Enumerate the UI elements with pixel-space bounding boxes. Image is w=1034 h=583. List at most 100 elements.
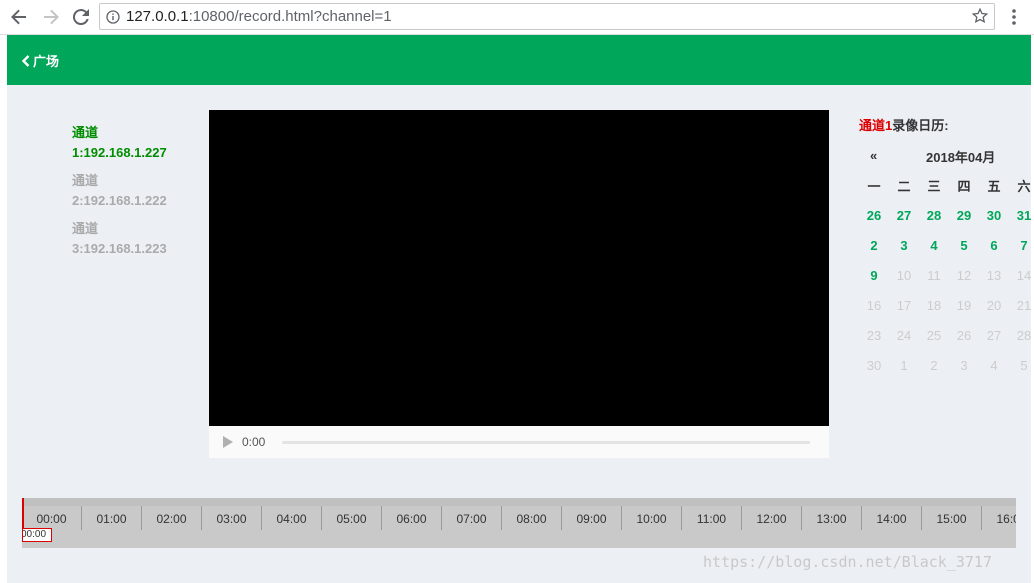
calendar-title-channel: 通道1 <box>859 118 893 133</box>
calendar-day: 18 <box>926 297 942 313</box>
calendar-week-row: 26 27 28 29 30 31 <box>859 200 1031 230</box>
video-controls: 0:00 <box>209 426 829 458</box>
weekday-label: 二 <box>897 178 911 194</box>
calendar-day-recorded[interactable]: 5 <box>949 238 979 253</box>
forward-arrow-icon[interactable] <box>40 6 62 28</box>
seek-bar[interactable] <box>282 440 811 444</box>
timeline-hour-label: 03:00 <box>202 506 262 530</box>
channel-item-2[interactable]: 通道 2:192.168.1.222 <box>72 171 192 211</box>
calendar-day: 19 <box>956 297 972 313</box>
calendar-day-recorded[interactable]: 29 <box>949 208 979 223</box>
timeline-track <box>22 498 1016 506</box>
back-link-label: 广场 <box>33 55 60 70</box>
calendar-day: 17 <box>896 297 912 313</box>
channel-label: 通道 <box>72 221 99 236</box>
timeline-cursor[interactable] <box>22 498 24 530</box>
back-to-square-link[interactable]: 广场 <box>21 51 59 70</box>
timeline-hour-ticks: 00:00 01:00 02:00 03:00 04:00 05:00 06:00 07:00… <box>22 506 1016 530</box>
chevron-left-icon <box>21 54 30 67</box>
calendar-day: 23 <box>866 327 882 343</box>
timeline-hour-label: 13:00 <box>802 506 862 530</box>
calendar-day-recorded[interactable]: 30 <box>979 208 1009 223</box>
channel-item-3[interactable]: 通道 3:192.168.1.223 <box>72 219 192 259</box>
calendar-day: 13 <box>986 267 1002 283</box>
previous-month-button[interactable]: « <box>870 148 877 163</box>
video-player[interactable]: 0:00 <box>209 110 829 458</box>
calendar-day-recorded[interactable]: 3 <box>889 238 919 253</box>
calendar-title-text: 录像日历: <box>892 118 949 133</box>
timeline-hour-label: 05:00 <box>322 506 382 530</box>
calendar-grid: 一二三四五六 26 27 28 29 30 31 2 3 4 5 6 7 9 10 11 12 13 14 16 17 1… <box>859 170 1031 380</box>
calendar-day-recorded[interactable]: 2 <box>859 238 889 253</box>
calendar-day-recorded[interactable]: 28 <box>919 208 949 223</box>
calendar-day: 27 <box>986 327 1002 343</box>
calendar-day: 24 <box>896 327 912 343</box>
calendar-day-recorded[interactable]: 7 <box>1009 238 1031 253</box>
calendar-day-recorded[interactable]: 6 <box>979 238 1009 253</box>
calendar-day-recorded[interactable]: 26 <box>859 208 889 223</box>
recording-timeline[interactable]: 00:00 01:00 02:00 03:00 04:00 05:00 06:00 07:00… <box>22 498 1016 548</box>
channel-list: 通道 1:192.168.1.227 通道 2:192.168.1.222 通道… <box>72 123 192 267</box>
timeline-hour-label: 10:00 <box>622 506 682 530</box>
playback-time: 0:00 <box>242 435 266 449</box>
timeline-hour-label: 04:00 <box>262 506 322 530</box>
weekday-label: 六 <box>1017 178 1031 194</box>
calendar-day: 5 <box>1020 357 1028 373</box>
calendar-day: 10 <box>896 267 912 283</box>
calendar-day: 25 <box>926 327 942 343</box>
timeline-hour-label: 16:00 <box>982 506 1016 530</box>
timeline-hour-label: 07:00 <box>442 506 502 530</box>
calendar-month-label[interactable]: 2018年04月 <box>926 147 995 166</box>
calendar-day: 26 <box>956 327 972 343</box>
calendar-nav: « 2018年04月 <box>859 144 1031 170</box>
calendar-day-recorded[interactable]: 27 <box>889 208 919 223</box>
timeline-hour-label: 02:00 <box>142 506 202 530</box>
timeline-hour-label: 06:00 <box>382 506 442 530</box>
channel-address: 2:192.168.1.222 <box>72 193 167 208</box>
calendar-day: 28 <box>1016 327 1031 343</box>
calendar-day: 12 <box>956 267 972 283</box>
timeline-hour-label: 09:00 <box>562 506 622 530</box>
calendar-day: 21 <box>1016 297 1031 313</box>
calendar-day: 11 <box>927 267 941 283</box>
record-calendar: 通道1录像日历: « 2018年04月 一二三四五六 26 27 28 29 30 31 2 3… <box>859 116 1031 380</box>
reload-icon[interactable] <box>70 6 92 28</box>
calendar-week-row: 16 17 18 19 20 21 <box>859 290 1031 320</box>
info-icon[interactable] <box>100 9 126 24</box>
calendar-day: 14 <box>1016 267 1031 283</box>
calendar-day-recorded[interactable]: 9 <box>859 268 889 283</box>
calendar-day-recorded[interactable]: 31 <box>1009 208 1031 223</box>
timeline-hour-label: 11:00 <box>682 506 742 530</box>
play-icon[interactable] <box>221 435 235 449</box>
calendar-day: 16 <box>866 297 882 313</box>
timeline-hour-label: 12:00 <box>742 506 802 530</box>
weekday-label: 五 <box>987 178 1001 194</box>
channel-address: 1:192.168.1.227 <box>72 145 167 160</box>
calendar-weekday-row: 一二三四五六 <box>859 170 1031 200</box>
browser-menu-icon[interactable] <box>1004 7 1024 27</box>
calendar-week-row: 9 10 11 12 13 14 <box>859 260 1031 290</box>
timeline-hour-label: 08:00 <box>502 506 562 530</box>
calendar-day: 1 <box>900 357 908 373</box>
weekday-label: 三 <box>927 178 941 194</box>
channel-label: 通道 <box>72 173 99 188</box>
timeline-hour-label: 00:00 <box>22 506 82 530</box>
back-arrow-icon[interactable] <box>8 6 30 28</box>
calendar-week-row: 23 24 25 26 27 28 <box>859 320 1031 350</box>
channel-item-1[interactable]: 通道 1:192.168.1.227 <box>72 123 192 163</box>
channel-address: 3:192.168.1.223 <box>72 241 167 256</box>
calendar-day-recorded[interactable]: 4 <box>919 238 949 253</box>
calendar-day: 30 <box>866 357 882 373</box>
address-bar[interactable]: 127.0.0.1:10800/record.html?channel=1 <box>99 3 995 30</box>
bookmark-star-icon[interactable] <box>971 7 989 28</box>
timeline-hour-label: 14:00 <box>862 506 922 530</box>
url-path: :10800/record.html?channel=1 <box>188 8 392 25</box>
watermark: https://blog.csdn.net/Black_3717 <box>703 553 992 571</box>
url-host: 127.0.0.1 <box>126 8 189 25</box>
calendar-title: 通道1录像日历: <box>859 116 1031 136</box>
calendar-day: 2 <box>930 357 938 373</box>
browser-toolbar: 127.0.0.1:10800/record.html?channel=1 <box>0 0 1034 35</box>
timeline-hour-label: 15:00 <box>922 506 982 530</box>
calendar-week-row: 30 1 2 3 4 5 <box>859 350 1031 380</box>
weekday-label: 四 <box>957 178 971 194</box>
